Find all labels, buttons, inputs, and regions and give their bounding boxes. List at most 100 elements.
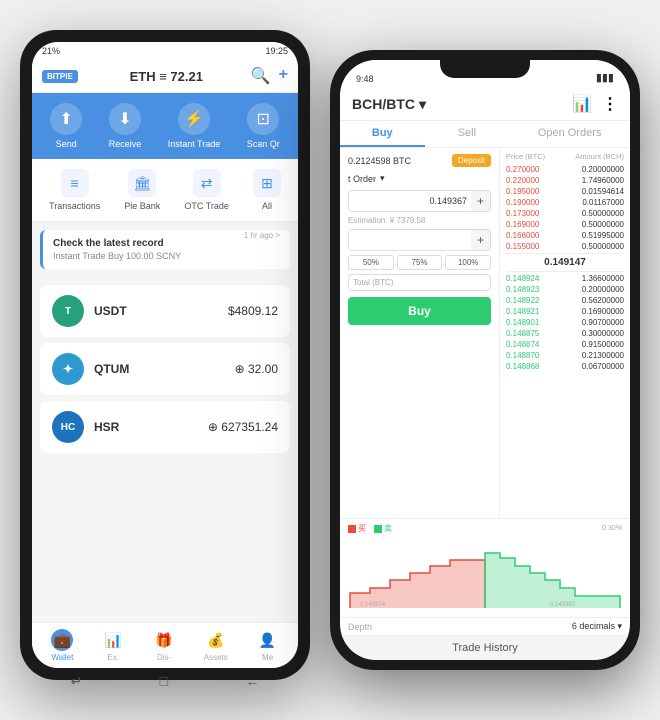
list-item: 0.1488740.91500000	[506, 340, 624, 349]
chart-icon[interactable]: 📊	[572, 94, 592, 114]
notification-subtitle: Instant Trade Buy 100.00 SCNY	[53, 251, 280, 261]
pie-bank-button[interactable]: 🏛 Pie Bank	[124, 169, 160, 211]
trade-tabs: Buy Sell Open Orders	[340, 121, 630, 148]
order-type-label: t Order	[348, 174, 376, 184]
depth-decimals: 6 decimals ▾	[572, 621, 622, 632]
iphone-screen: 9:48 ▮▮▮ BCH/BTC ▾ 📊 ⋮ Buy Sell Open Ord…	[340, 60, 630, 660]
hsr-name: HSR	[94, 420, 198, 434]
wallet-item-hsr[interactable]: HC HSR ⊕ 627351.24	[40, 401, 290, 453]
depth-dropdown-icon[interactable]: ▾	[617, 621, 622, 631]
amount-plus-icon[interactable]: +	[471, 230, 490, 250]
deposit-button[interactable]: Deposit	[452, 154, 491, 167]
pct-75-button[interactable]: 75%	[397, 255, 443, 270]
back-gesture[interactable]: ↵	[71, 673, 83, 690]
send-button[interactable]: ⬆ Send	[50, 103, 82, 149]
price-value[interactable]: 0.149367	[425, 193, 471, 209]
scan-qr-button[interactable]: ⊡ Scan Qr	[247, 103, 280, 149]
bitpie-logo[interactable]: BITPIE	[42, 70, 78, 83]
order-type-row: t Order ▾	[348, 173, 491, 184]
percentage-row: 50% 75% 100%	[348, 255, 491, 270]
ob-header: Price (BTC) Amount (BCH)	[506, 152, 624, 161]
discover-nav-icon: 🎁	[153, 629, 175, 651]
estimation-row: Estimation: ¥ 7379.58	[348, 216, 491, 225]
buy-dot	[348, 525, 356, 533]
qtum-icon: ✦	[52, 353, 84, 385]
receive-button[interactable]: ⬇ Receive	[109, 103, 142, 149]
me-nav-icon: 👤	[257, 629, 279, 651]
usdt-balance: $4809.12	[228, 304, 278, 318]
tab-sell[interactable]: Sell	[425, 121, 510, 147]
ob-amount-header: Amount (BCH)	[575, 152, 624, 161]
list-item: 0.1690000.50000000	[506, 220, 624, 229]
notification-bar[interactable]: Check the latest record 1 hr ago > Insta…	[40, 230, 290, 269]
android-nav: 💼 Wallet 📊 Ex. 🎁 Dis- 💰 Assets 👤	[32, 622, 298, 668]
wallet-item-usdt[interactable]: T USDT $4809.12	[40, 285, 290, 337]
otc-trade-button[interactable]: ⇄ OTC Trade	[184, 169, 229, 211]
iphone: 9:48 ▮▮▮ BCH/BTC ▾ 📊 ⋮ Buy Sell Open Ord…	[330, 50, 640, 670]
qtum-balance: ⊕ 32.00	[235, 362, 278, 376]
tab-buy[interactable]: Buy	[340, 121, 425, 147]
depth-chart: 0.148924 0.149367	[348, 538, 622, 608]
svg-text:0.149367: 0.149367	[550, 602, 576, 608]
android-time: 19:25	[265, 46, 288, 56]
tab-exchange[interactable]: 📊 Ex.	[102, 629, 124, 662]
balance-row: 0.2124598 BTC Deposit	[348, 154, 491, 167]
android-signal: 21%	[42, 46, 60, 56]
list-item: 0.1489230.20000000	[506, 285, 624, 294]
sell-orders: 0.2700000.20000000 0.2200001.74960000 0.…	[506, 165, 624, 251]
android-phone: 21% 19:25 BITPIE ETH ≡ 72.21 🔍 + ⬆ Send	[20, 30, 310, 680]
order-type-dropdown-icon[interactable]: ▾	[380, 173, 385, 184]
iphone-battery: ▮▮▮	[596, 71, 614, 84]
secondary-actions: ≡ Transactions 🏛 Pie Bank ⇄ OTC Trade ⊞ …	[32, 159, 298, 222]
add-icon[interactable]: +	[279, 66, 288, 86]
usdt-icon: T	[52, 295, 84, 327]
list-item: 0.1489220.56200000	[506, 296, 624, 305]
list-item: 0.1489210.16900000	[506, 307, 624, 316]
mid-price: 0.149147	[506, 253, 624, 272]
tab-open-orders[interactable]: Open Orders	[509, 121, 630, 147]
tab-discover[interactable]: 🎁 Dis-	[153, 629, 175, 662]
all-button[interactable]: ⊞ All	[253, 169, 281, 211]
balance-value: 0.2124598 BTC	[348, 156, 411, 166]
tab-wallet[interactable]: 💼 Wallet	[51, 629, 73, 662]
trade-history-button[interactable]: Trade History	[340, 635, 630, 660]
legend-buy: 买	[348, 523, 366, 534]
list-item: 0.1950000.01594614	[506, 187, 624, 196]
transactions-button[interactable]: ≡ Transactions	[49, 169, 100, 211]
more-icon[interactable]: ⋮	[602, 94, 618, 114]
order-form: 0.2124598 BTC Deposit t Order ▾ 0.149367…	[340, 148, 500, 518]
assets-nav-icon: 💰	[205, 629, 227, 651]
header-action-icons: 📊 ⋮	[572, 94, 618, 114]
usdt-name: USDT	[94, 304, 218, 318]
pct-100-button[interactable]: 100%	[445, 255, 491, 270]
buy-button[interactable]: Buy	[348, 297, 491, 325]
buy-orders: 0.1489241.36600000 0.1489230.20000000 0.…	[506, 274, 624, 371]
amount-value[interactable]	[463, 237, 471, 243]
tab-me[interactable]: 👤 Me	[257, 629, 279, 662]
exchange-nav-icon: 📊	[102, 629, 124, 651]
pct-50-button[interactable]: 50%	[348, 255, 394, 270]
instant-trade-button[interactable]: ⚡ Instant Trade	[168, 103, 221, 149]
notification-time: 1 hr ago >	[244, 231, 280, 240]
legend-sell: 卖	[374, 523, 392, 534]
list-item: 0.1488680.06700000	[506, 362, 624, 371]
scene: 21% 19:25 BITPIE ETH ≡ 72.21 🔍 + ⬆ Send	[10, 10, 650, 710]
wallet-nav-icon: 💼	[51, 629, 73, 651]
iphone-notch-area: 9:48 ▮▮▮	[340, 60, 630, 88]
list-item: 0.1730000.50000000	[506, 209, 624, 218]
tab-assets[interactable]: 💰 Assets	[204, 629, 228, 662]
header-balance: ETH ≡ 72.21	[82, 69, 251, 84]
list-item: 0.1660000.51995000	[506, 231, 624, 240]
trade-header: BCH/BTC ▾ 📊 ⋮	[340, 88, 630, 121]
home-gesture[interactable]: □	[160, 673, 168, 690]
blue-action-bar: ⬆ Send ⬇ Receive ⚡ Instant Trade ⊡ Scan …	[32, 93, 298, 159]
qtum-name: QTUM	[94, 362, 225, 376]
wallet-item-qtum[interactable]: ✦ QTUM ⊕ 32.00	[40, 343, 290, 395]
price-plus-icon[interactable]: +	[471, 191, 490, 211]
lightning-icon: ⚡	[178, 103, 210, 135]
list-item: 0.1488750.30000000	[506, 329, 624, 338]
pair-title[interactable]: BCH/BTC ▾	[352, 96, 426, 113]
search-icon[interactable]: 🔍	[251, 66, 271, 86]
depth-label: Depth	[348, 622, 372, 632]
recent-gesture[interactable]: ←	[245, 673, 259, 690]
